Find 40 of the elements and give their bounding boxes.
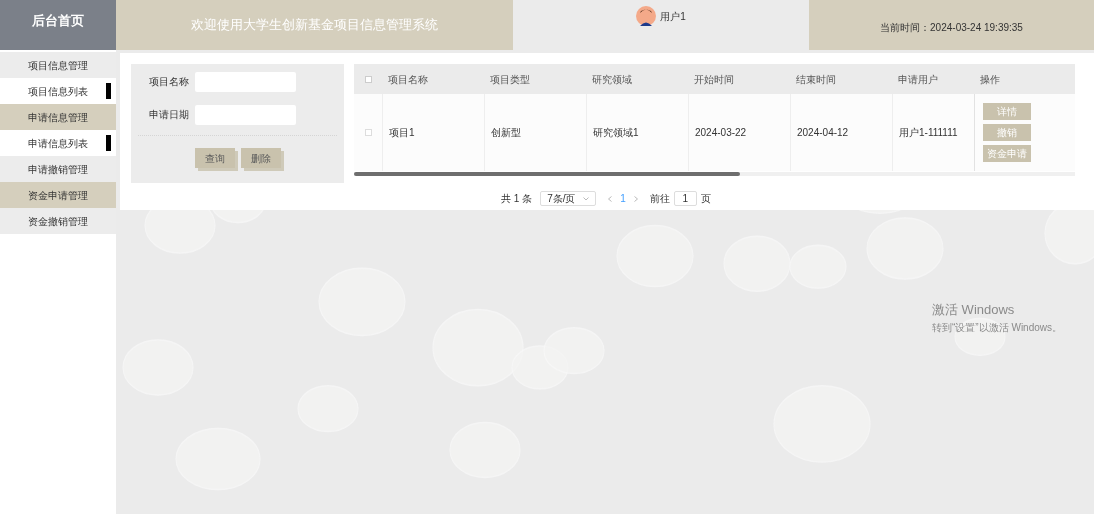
activation-title: 激活 Windows: [932, 301, 1016, 319]
field-label: 项目名称: [148, 75, 189, 89]
column-header: 结束时间: [795, 72, 837, 87]
table-cell-text: 研究领域1: [593, 126, 639, 140]
activation-hint: 转到“设置”以激活 Windows。: [932, 320, 1062, 335]
next-page-icon[interactable]: [633, 195, 638, 202]
sidebar-item[interactable]: 项目信息管理: [0, 52, 116, 78]
checkbox[interactable]: [364, 75, 372, 83]
goto-label: 前往: [649, 192, 670, 206]
form-button[interactable]: 删除: [240, 148, 281, 168]
page-input[interactable]: 1: [673, 191, 697, 206]
field-label: 申请日期: [148, 108, 189, 122]
column-header: 项目名称: [387, 72, 429, 87]
table-cell-text: 创新型: [491, 126, 521, 140]
chevron-down-icon: [583, 196, 590, 201]
total-count: 共 1 条: [501, 192, 533, 206]
column-header: 申请用户: [897, 72, 939, 87]
form-button[interactable]: 查询: [194, 148, 235, 168]
home-link[interactable]: 后台首页: [0, 0, 116, 50]
table-cell-text: 2024-04-12: [797, 126, 849, 140]
user-name[interactable]: 用户1: [660, 9, 686, 24]
table-cell-text: 用户1-111111: [899, 126, 958, 140]
sidebar-item[interactable]: 申请信息管理: [0, 104, 116, 130]
page-title: 欢迎使用大学生创新基金项目信息管理系统: [116, 0, 513, 50]
page-size-select[interactable]: 7条/页: [540, 191, 597, 206]
column-header: 研究领域: [591, 72, 633, 87]
sidebar-item[interactable]: 申请撤销管理: [0, 156, 116, 182]
sidebar-item[interactable]: 资金撤销管理: [0, 208, 116, 234]
avatar-icon: [636, 6, 657, 26]
table-cell-text: 项目1: [389, 126, 415, 140]
sidebar-item[interactable]: 资金申请管理: [0, 182, 116, 208]
column-header: 操作: [979, 72, 1001, 87]
current-time: 当前时间：2024-03-24 19:39:35: [880, 20, 1023, 35]
column-header: 项目类型: [489, 72, 531, 87]
scrollbar[interactable]: [354, 172, 1075, 176]
page-suffix: 页: [700, 192, 711, 206]
table-cell-text: 2024-03-22: [695, 126, 747, 140]
checkbox[interactable]: [364, 129, 372, 136]
column-header: 开始时间: [693, 72, 735, 87]
prev-page-icon[interactable]: [608, 195, 613, 202]
